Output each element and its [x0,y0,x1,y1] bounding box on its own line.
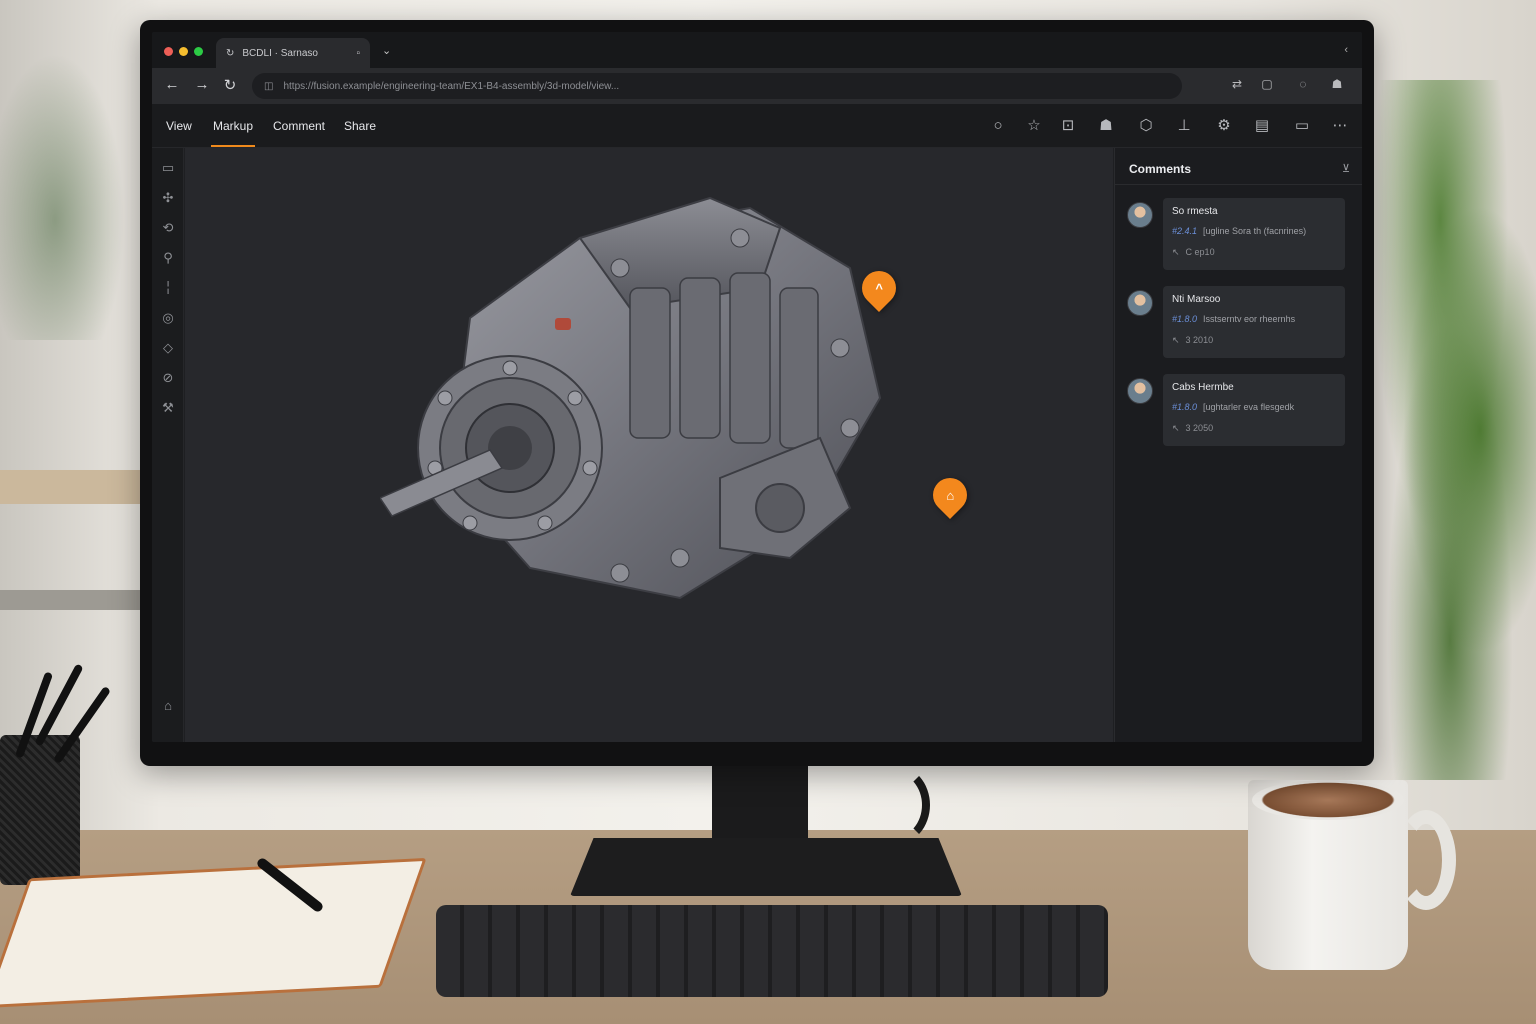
comment-meta-text: 3 2050 [1185,423,1214,433]
comment-item[interactable]: Cabs Hermbe #1.8.0 [ughtarler eva flesged… [1127,374,1351,450]
minimize-window-button[interactable] [179,47,188,56]
reply-icon[interactable]: ↖ [1172,335,1180,345]
measure-icon[interactable]: ⊥ [1174,116,1194,136]
comment-author: So rmesta [1172,206,1218,217]
app-toolbar: View Markup Comment Share ○ ☆ ⊡ ☗ ⬡ ⊥ ⚙ … [152,104,1362,148]
settings-icon[interactable]: ⚙ [1214,116,1234,136]
avatar [1127,202,1153,228]
comment-meta-text: 3 2010 [1185,335,1214,345]
keyboard [436,905,1108,997]
comment-item[interactable]: Nti Marsoo #1.8.0 Isstserntv eor rheernhs… [1127,286,1351,362]
menu-tab-comment[interactable]: Comment [273,119,325,133]
tab-list-chevron-icon[interactable]: ⌄ [382,44,391,57]
browser-tab-strip: ↻ BCDLI · Sarnaso ▫ ⌄ ‹ [152,32,1362,68]
reading-mode-icon[interactable]: ▢ [1258,77,1276,91]
comment-icon[interactable]: ▭ [1292,116,1312,136]
comment-bubble[interactable]: So rmesta #2.4.1 [ugline Sora th (facnrin… [1163,198,1345,270]
back-button[interactable]: ← [162,76,182,93]
notebook [0,857,427,1009]
screen: ↻ BCDLI · Sarnaso ▫ ⌄ ‹ ← → ↻ ◫ https://… [152,32,1362,742]
pin-tool-icon[interactable]: ☆ [1024,116,1044,136]
comments-title: Comments [1129,162,1192,176]
wrench-icon[interactable]: ⚒ [158,398,178,418]
link-icon[interactable]: ⊘ [158,368,178,388]
comment-body: #2.4.1 [ugline Sora th (facnrines) [1172,226,1336,236]
layers-icon[interactable]: ▤ [1252,116,1272,136]
plant-left [0,40,130,340]
avatar [1127,378,1153,404]
model-viewport[interactable]: ^ ⌂ [185,148,1113,742]
panel-icon[interactable]: ▭ [158,158,178,178]
marker-symbol: ^ [875,280,883,296]
reload-button[interactable]: ↻ [220,76,240,94]
avatar [1127,290,1153,316]
comment-text: [ugline Sora th (facnrines) [1203,226,1307,236]
filter-icon[interactable]: ⊻ [1342,162,1350,175]
browser-navbar: ← → ↻ ◫ https://fusion.example/engineeri… [152,68,1362,104]
comment-author: Cabs Hermbe [1172,382,1234,393]
comment-bubble[interactable]: Cabs Hermbe #1.8.0 [ughtarler eva flesged… [1163,374,1345,446]
tab-title: BCDLI · Sarnaso [242,47,318,59]
user-icon[interactable]: ☗ [1096,116,1116,136]
profile-icon[interactable]: ☗ [1328,77,1346,91]
shelf [0,470,150,504]
menu-tab-view[interactable]: View [166,119,192,133]
comment-body: #1.8.0 [ughtarler eva flesgedk [1172,402,1336,412]
reply-icon[interactable]: ↖ [1172,247,1180,257]
marker-symbol: ⌂ [946,487,954,503]
shelf-lower [0,590,150,610]
comment-meta: ↖ 3 2050 [1172,423,1336,434]
extensions-icon[interactable]: ◌ [1294,77,1312,91]
comment-ref[interactable]: #2.4.1 [1172,226,1197,236]
menu-tab-markup[interactable]: Markup [210,119,256,147]
section-icon[interactable]: ◎ [158,308,178,328]
comment-item[interactable]: So rmesta #2.4.1 [ugline Sora th (facnrin… [1127,198,1351,274]
monitor-stand-neck [712,760,808,850]
pen-cup [0,735,80,885]
tab-favicon-icon: ↻ [226,47,235,59]
line-icon[interactable]: ╎ [158,278,178,298]
divider [1115,184,1362,185]
forward-button[interactable]: → [192,76,212,93]
address-text: https://fusion.example/engineering-team/… [283,80,620,92]
pin-icon[interactable]: ⚲ [158,248,178,268]
comment-meta: ↖ 3 2010 [1172,335,1336,346]
plant-right [1360,80,1536,780]
tab-close-icon[interactable]: ▫ [356,48,360,59]
comment-bubble[interactable]: Nti Marsoo #1.8.0 Isstserntv eor rheernhs… [1163,286,1345,358]
comment-text: Isstserntv eor rheernhs [1203,314,1296,324]
engine-3d-model[interactable] [380,178,910,618]
search-icon[interactable]: ○ [988,116,1008,136]
tool-rail: ▭ ✣ ⟲ ⚲ ╎ ◎ ◇ ⊘ ⚒ ⌂ [152,148,184,742]
shape-tool-icon[interactable]: ⬡ [1136,116,1156,136]
comment-meta: ↖ C ep10 [1172,247,1336,258]
monitor-stand-base [570,838,962,896]
more-icon[interactable]: ⋯ [1330,116,1350,136]
browser-tab[interactable]: ↻ BCDLI · Sarnaso ▫ [216,38,370,68]
markup-tool-icon[interactable]: ⊡ [1058,116,1078,136]
reply-icon[interactable]: ↖ [1172,423,1180,433]
monitor-cable [860,765,930,845]
address-bar[interactable]: ◫ https://fusion.example/engineering-tea… [252,73,1182,99]
comment-author: Nti Marsoo [1172,294,1221,305]
close-window-button[interactable] [164,47,173,56]
rotate-icon[interactable]: ⟲ [158,218,178,238]
comments-panel: Comments ⊻ So rmesta #2.4.1 [ugline Sora … [1114,148,1362,742]
menu-tab-share[interactable]: Share [344,119,376,133]
comment-meta-text: C ep10 [1185,247,1215,257]
coffee [1252,780,1404,820]
annotation-marker[interactable]: ⌂ [925,470,975,520]
tag-icon[interactable]: ◇ [158,338,178,358]
comment-text: [ughtarler eva flesgedk [1203,402,1295,412]
monitor: ↻ BCDLI · Sarnaso ▫ ⌄ ‹ ← → ↻ ◫ https://… [140,20,1374,766]
comment-ref[interactable]: #1.8.0 [1172,314,1197,324]
move-icon[interactable]: ✣ [158,188,178,208]
window-collapse-icon[interactable]: ‹ [1344,44,1348,56]
comment-body: #1.8.0 Isstserntv eor rheernhs [1172,314,1336,324]
comment-ref[interactable]: #1.8.0 [1172,402,1197,412]
site-info-icon[interactable]: ◫ [264,81,273,92]
share-link-icon[interactable]: ⇄ [1228,77,1246,91]
home-view-icon[interactable]: ⌂ [158,696,178,716]
maximize-window-button[interactable] [194,47,203,56]
